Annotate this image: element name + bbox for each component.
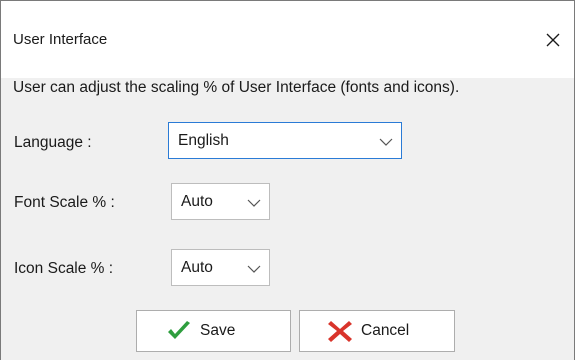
close-button[interactable] [532, 19, 574, 61]
save-label: Save [200, 322, 236, 339]
icon-scale-select[interactable]: Auto [171, 249, 270, 286]
cross-icon [328, 321, 352, 342]
language-value: English [178, 132, 229, 149]
checkmark-icon [168, 321, 190, 339]
font-scale-value: Auto [181, 193, 213, 210]
user-interface-dialog: User Interface User can adjust the scali… [0, 0, 575, 360]
language-select[interactable]: English [168, 122, 402, 159]
font-scale-label: Font Scale % : [14, 194, 115, 211]
description-text: User can adjust the scaling % of User In… [13, 79, 460, 96]
title-bar: User Interface [1, 0, 574, 78]
save-button[interactable]: Save [136, 310, 291, 352]
icon-scale-value: Auto [181, 259, 213, 276]
checkmark-shape [168, 321, 190, 339]
cross-shape [328, 321, 352, 342]
language-label: Language : [14, 134, 92, 151]
chevron-down-icon [247, 199, 261, 207]
cancel-label: Cancel [361, 322, 410, 339]
window-title: User Interface [13, 31, 108, 48]
font-scale-select[interactable]: Auto [171, 183, 270, 220]
close-icon [546, 33, 560, 47]
icon-scale-label: Icon Scale % : [14, 260, 114, 277]
chevron-down-icon [247, 265, 261, 273]
cancel-button[interactable]: Cancel [299, 310, 455, 352]
chevron-down-icon [379, 138, 393, 146]
